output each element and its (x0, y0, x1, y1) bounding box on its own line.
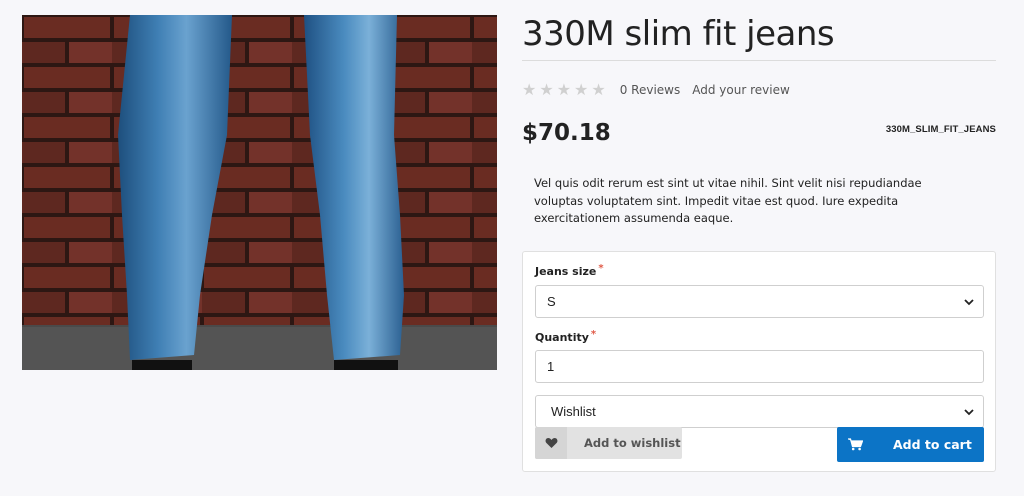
add-to-wishlist-button[interactable]: Add to wishlist (535, 427, 682, 459)
product-photo (22, 15, 497, 370)
size-select[interactable]: S (535, 285, 984, 318)
product-image (22, 15, 497, 370)
size-label-text: Jeans size (535, 265, 597, 278)
star-icon[interactable]: ★ (557, 82, 571, 98)
title-divider (522, 60, 996, 61)
product-description: Vel quis odit rerum est sint ut vitae ni… (534, 176, 922, 225)
product-sku: 330M_SLIM_FIT_JEANS (885, 124, 996, 135)
heart-icon (535, 427, 567, 459)
star-icon[interactable]: ★ (591, 82, 605, 98)
star-icon[interactable]: ★ (574, 82, 588, 98)
quantity-input[interactable]: 1 (535, 350, 984, 383)
wishlist-selected-value: Wishlist (551, 404, 596, 419)
add-to-cart-label: Add to cart (893, 437, 972, 452)
star-rating[interactable]: ★ ★ ★ ★ ★ (522, 82, 606, 98)
reviews-count-link[interactable]: 0 Reviews (620, 83, 681, 97)
chevron-down-icon (964, 409, 974, 416)
quantity-label-text: Quantity (535, 331, 589, 344)
add-review-link[interactable]: Add your review (692, 83, 790, 97)
product-price: $70.18 (522, 120, 611, 146)
wishlist-select[interactable]: Wishlist (535, 395, 984, 428)
required-asterisk: * (598, 263, 604, 274)
star-icon[interactable]: ★ (539, 82, 553, 98)
add-to-cart-button[interactable]: Add to cart (837, 427, 984, 462)
star-icon[interactable]: ★ (522, 82, 536, 98)
quantity-field-label: Quantity * (535, 329, 597, 344)
quantity-value: 1 (547, 359, 555, 374)
cart-icon (837, 427, 873, 462)
chevron-down-icon (964, 299, 974, 306)
size-selected-value: S (547, 294, 556, 309)
add-to-wishlist-label: Add to wishlist (584, 436, 681, 450)
required-asterisk: * (590, 329, 597, 340)
size-field-label: Jeans size * (535, 263, 604, 278)
rating-row: ★ ★ ★ ★ ★ 0 Reviews Add your review (522, 80, 790, 100)
product-options-panel: Jeans size * S Quantity * 1 Wishlist Add t… (522, 251, 996, 472)
product-title: 330M slim fit jeans (522, 14, 835, 54)
